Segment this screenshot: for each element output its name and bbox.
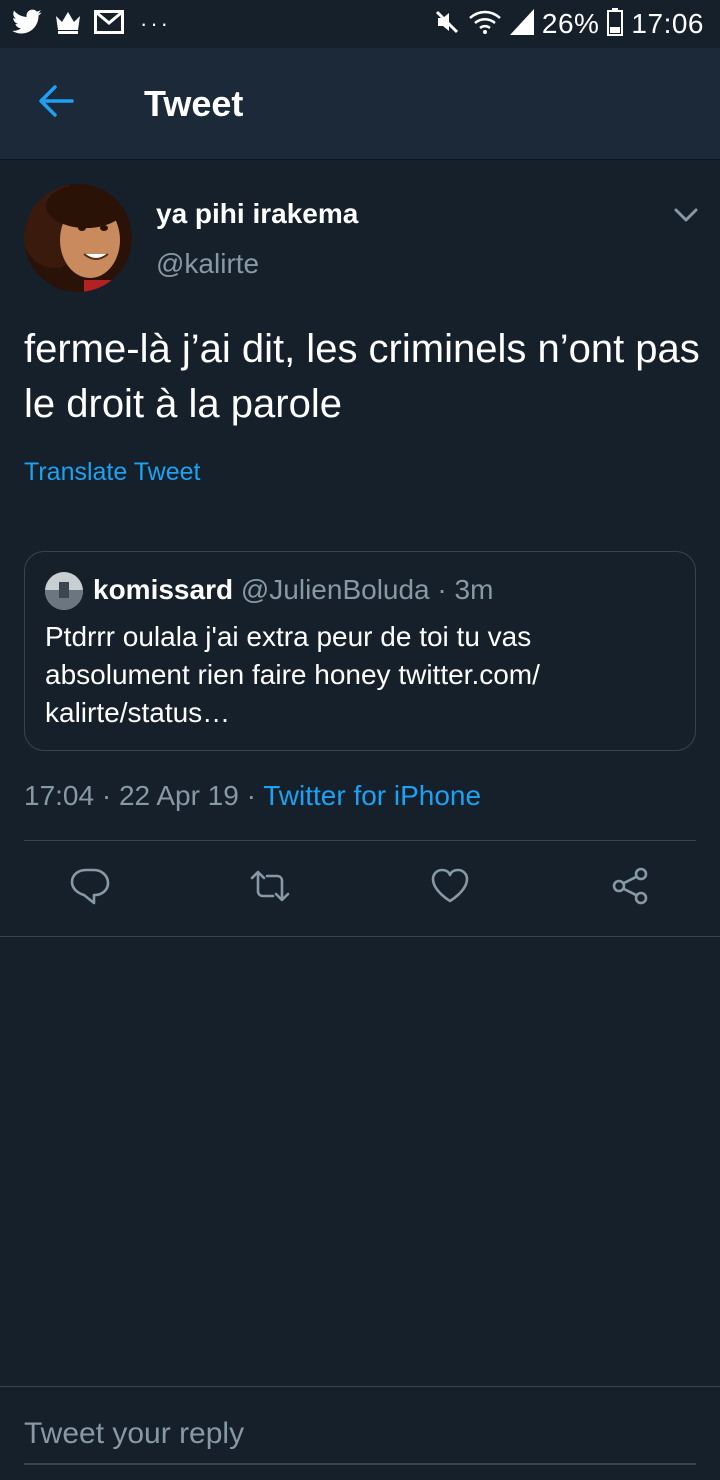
mute-icon — [434, 9, 460, 40]
divider — [24, 840, 696, 841]
battery-icon — [607, 7, 624, 41]
quoted-time: · 3m — [429, 574, 494, 605]
reply-button[interactable] — [70, 868, 110, 908]
tweet-actions — [0, 842, 720, 936]
quoted-header: komissard @JulienBoluda · 3m — [93, 574, 493, 606]
tweet-meta: 17:04 · 22 Apr 19 · Twitter for iPhone — [24, 780, 481, 812]
like-button[interactable] — [430, 868, 470, 908]
quoted-display-name: komissard — [93, 574, 234, 605]
top-app-bar: Tweet — [0, 48, 720, 160]
reply-bar — [0, 1386, 720, 1480]
author-handle[interactable]: @kalirte — [156, 248, 259, 280]
battery-percent: 26% — [541, 8, 600, 39]
status-bar-right: 26% 17:06 — [434, 7, 704, 41]
back-button[interactable] — [0, 48, 112, 160]
gmail-icon — [94, 9, 124, 39]
arrow-left-icon — [37, 84, 75, 123]
chevron-down-icon — [668, 208, 704, 238]
quoted-tweet-card[interactable]: komissard @JulienBoluda · 3m Ptdrrr oula… — [24, 551, 696, 751]
quoted-handle: @JulienBoluda — [240, 574, 430, 605]
status-bar: ··· 26% 17:06 — [0, 0, 720, 48]
wifi-icon — [468, 9, 502, 40]
reply-input[interactable] — [24, 1405, 696, 1465]
translate-tweet-link[interactable]: Translate Tweet — [24, 458, 200, 487]
twitter-icon — [12, 9, 42, 40]
crown-icon — [54, 10, 82, 39]
retweet-icon — [248, 866, 292, 911]
more-notifications-icon: ··· — [140, 11, 171, 36]
avatar[interactable] — [24, 184, 132, 292]
retweet-button[interactable] — [250, 868, 290, 908]
divider — [0, 936, 720, 937]
reply-icon — [70, 866, 110, 911]
page-title: Tweet — [144, 82, 244, 124]
tweet-options-button[interactable] — [668, 198, 704, 234]
share-button[interactable] — [610, 866, 650, 911]
quoted-avatar — [45, 572, 83, 610]
tweet-timestamp: 17:04 · 22 Apr 19 · — [24, 780, 264, 811]
clock: 17:06 — [631, 8, 704, 39]
tweet-text: ferme-là j’ai dit, les criminels n’ont p… — [24, 327, 700, 426]
tweet-source-link[interactable]: Twitter for iPhone — [263, 780, 481, 811]
status-bar-left: ··· — [12, 9, 171, 40]
signal-icon — [509, 8, 534, 40]
author-display-name[interactable]: ya pihi irakema — [156, 198, 358, 230]
share-icon — [610, 866, 650, 911]
quoted-text: Ptdrrr oulala j'ai extra peur de toi tu … — [45, 621, 540, 728]
heart-icon — [430, 866, 470, 911]
